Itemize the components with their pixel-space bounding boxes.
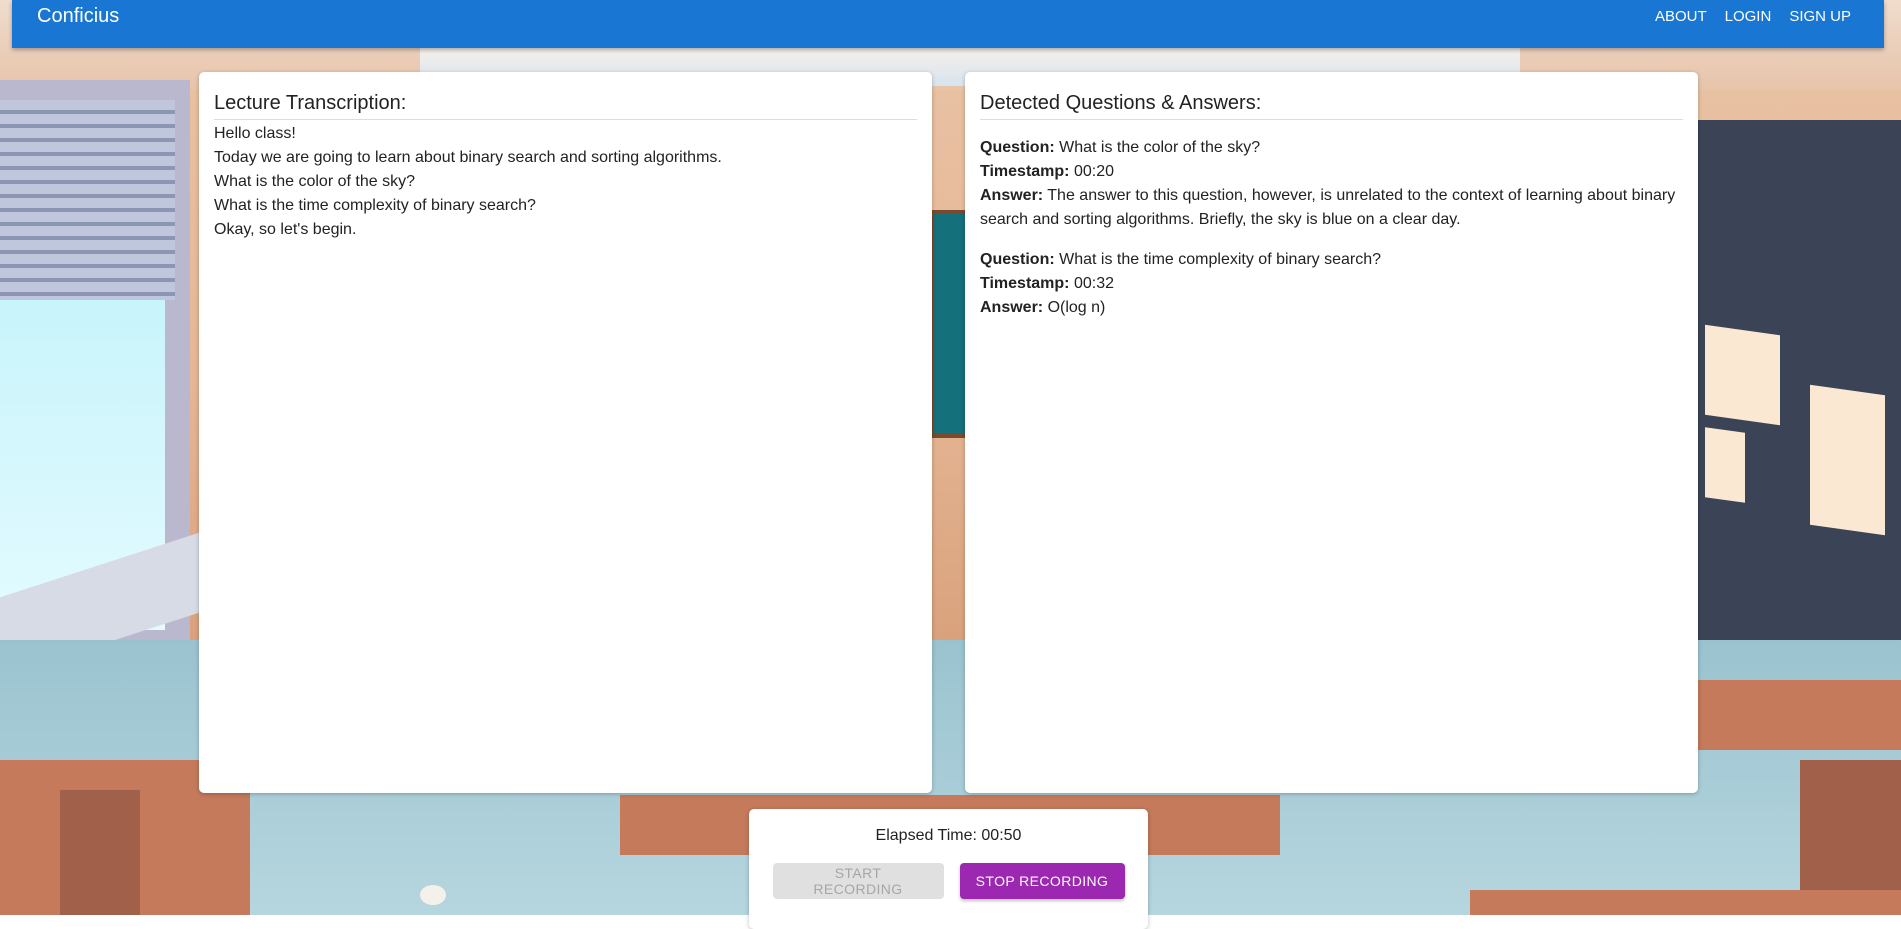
answer-label: Answer: [980, 299, 1044, 316]
qa-timestamp: Timestamp: 00:32 [980, 272, 1683, 296]
qa-answer: Answer: The answer to this question, how… [980, 184, 1683, 232]
app-bar: Conficius ABOUT LOGIN SIGN UP [12, 0, 1884, 48]
question-label: Question: [980, 139, 1055, 156]
chair [60, 790, 140, 915]
paper-ball [420, 885, 446, 905]
button-row: START RECORDING STOP RECORDING [749, 863, 1148, 899]
question-label: Question: [980, 251, 1055, 268]
qa-item: Question: What is the color of the sky? … [980, 136, 1683, 232]
wall-paper [1705, 324, 1780, 426]
transcript-line: Today we are going to learn about binary… [214, 149, 722, 166]
qa-item: Question: What is the time complexity of… [980, 248, 1683, 320]
recording-controls: Elapsed Time: 00:50 START RECORDING STOP… [749, 809, 1148, 929]
transcript-line: What is the color of the sky? [214, 173, 415, 190]
nav-sign-up[interactable]: SIGN UP [1789, 8, 1851, 25]
transcript-line: Okay, so let's begin. [214, 221, 357, 238]
start-recording-button[interactable]: START RECORDING [772, 863, 944, 899]
nav-login[interactable]: LOGIN [1725, 8, 1772, 25]
transcription-card: Lecture Transcription: Hello class! Toda… [199, 72, 932, 793]
question-text: What is the color of the sky? [1059, 139, 1261, 156]
elapsed-time: Elapsed Time: 00:50 [749, 827, 1148, 845]
answer-text: O(log n) [1047, 299, 1106, 316]
wall-paper [1810, 384, 1885, 536]
timestamp-label: Timestamp: [980, 163, 1070, 180]
elapsed-value: 00:50 [981, 827, 1022, 844]
qa-card: Detected Questions & Answers: Question: … [965, 72, 1698, 793]
timestamp-value: 00:32 [1073, 275, 1115, 292]
answer-text: The answer to this question, however, is… [980, 187, 1676, 228]
nav-about[interactable]: ABOUT [1655, 8, 1707, 25]
brand-title[interactable]: Conficius [37, 5, 119, 28]
elapsed-label: Elapsed Time: [875, 827, 977, 844]
timestamp-label: Timestamp: [980, 275, 1070, 292]
transcript-line: Hello class! [214, 125, 296, 142]
timestamp-value: 00:20 [1073, 163, 1115, 180]
wall-paper [1705, 427, 1745, 503]
qa-question: Question: What is the color of the sky? [980, 136, 1683, 160]
transcription-lines: Hello class! Today we are going to learn… [214, 122, 917, 242]
desk [1470, 890, 1901, 915]
window-blinds [0, 100, 175, 300]
top-nav: ABOUT LOGIN SIGN UP [1637, 8, 1851, 25]
answer-label: Answer: [980, 187, 1044, 204]
qa-question: Question: What is the time complexity of… [980, 248, 1683, 272]
qa-title: Detected Questions & Answers: [980, 92, 1683, 120]
stop-recording-button[interactable]: STOP RECORDING [959, 863, 1125, 899]
transcript-line: What is the time complexity of binary se… [214, 197, 536, 214]
qa-answer: Answer: O(log n) [980, 296, 1683, 320]
question-text: What is the time complexity of binary se… [1059, 251, 1382, 268]
qa-timestamp: Timestamp: 00:20 [980, 160, 1683, 184]
transcription-title: Lecture Transcription: [214, 92, 917, 120]
